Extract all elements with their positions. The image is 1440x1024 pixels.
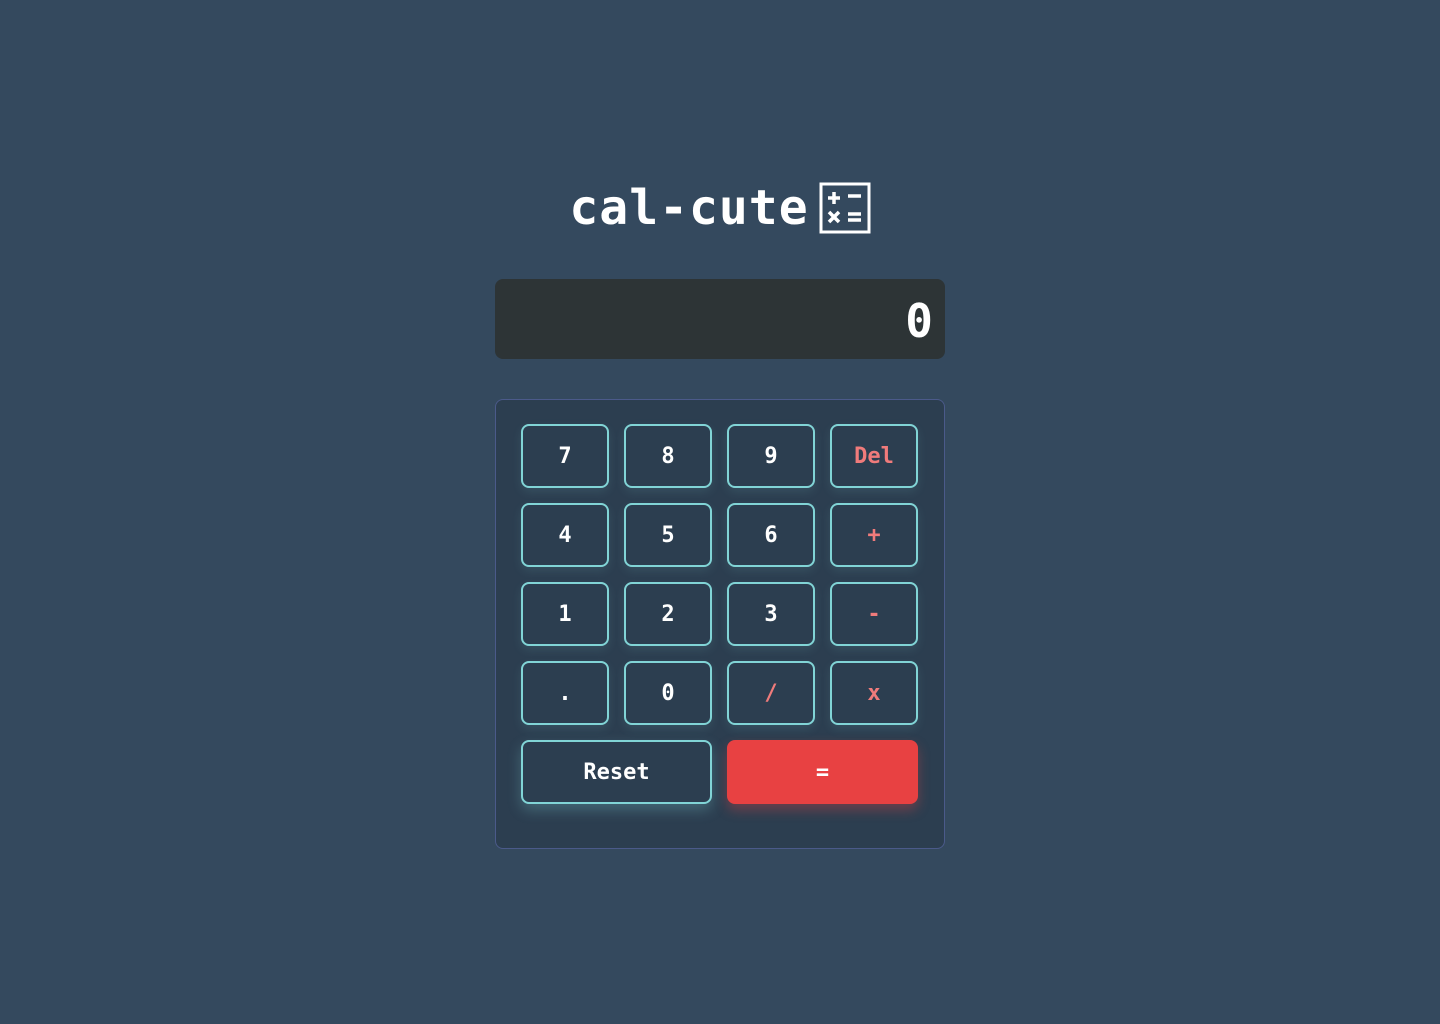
calculator-display: 0: [495, 279, 945, 359]
delete-button[interactable]: Del: [830, 424, 918, 488]
key-2[interactable]: 2: [624, 582, 712, 646]
key-3[interactable]: 3: [727, 582, 815, 646]
decimal-button[interactable]: .: [521, 661, 609, 725]
key-9[interactable]: 9: [727, 424, 815, 488]
minus-button[interactable]: -: [830, 582, 918, 646]
app-header: cal-cute: [0, 178, 1440, 238]
display-value: 0: [905, 294, 933, 348]
plus-button[interactable]: +: [830, 503, 918, 567]
key-8[interactable]: 8: [624, 424, 712, 488]
divide-button[interactable]: /: [727, 661, 815, 725]
equals-button[interactable]: =: [727, 740, 918, 804]
key-4[interactable]: 4: [521, 503, 609, 567]
keypad: 7 8 9 Del 4 5 6 + 1 2 3 - . 0 / x Reset …: [495, 399, 945, 849]
calculator-icon: [819, 182, 871, 234]
app-title: cal-cute: [569, 180, 809, 236]
multiply-button[interactable]: x: [830, 661, 918, 725]
key-5[interactable]: 5: [624, 503, 712, 567]
key-0[interactable]: 0: [624, 661, 712, 725]
reset-button[interactable]: Reset: [521, 740, 712, 804]
key-6[interactable]: 6: [727, 503, 815, 567]
key-1[interactable]: 1: [521, 582, 609, 646]
key-7[interactable]: 7: [521, 424, 609, 488]
